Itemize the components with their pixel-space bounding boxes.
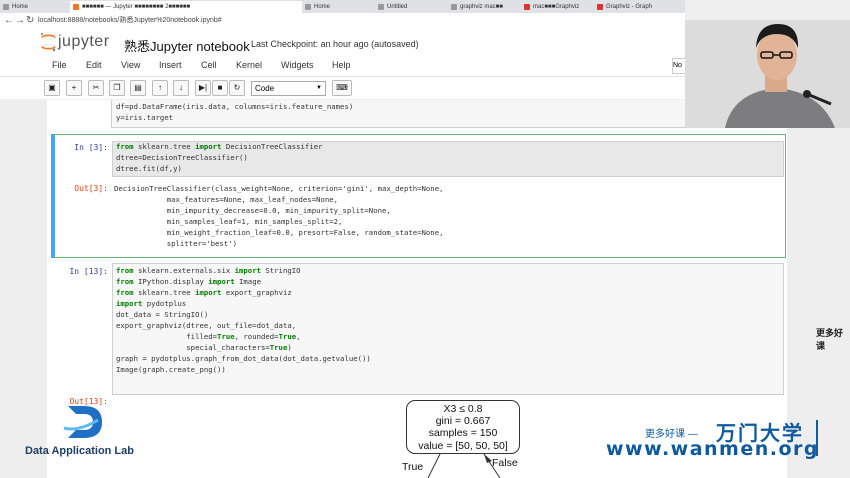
tab-favicon-icon <box>451 4 457 10</box>
code-line: Image(graph.create_png()) <box>116 365 226 374</box>
node-line: gini = 0.667 <box>435 415 491 428</box>
output-line: max_features=None, max_leaf_nodes=None, <box>114 195 339 204</box>
tab-favicon-icon <box>73 4 79 10</box>
code-line: from sklearn.tree import export_graphviz <box>116 288 292 297</box>
back-arrow-icon[interactable]: ← <box>4 14 14 28</box>
browser-tab-bar: Home ■■■■■■ — Jupyter ■■■■■■■■ 2■■■■■■ H… <box>0 0 685 13</box>
menu-kernel[interactable]: Kernel <box>236 60 262 70</box>
copy-button[interactable]: ❐ <box>109 80 125 96</box>
tab-favicon-icon <box>597 4 603 10</box>
menu-file[interactable]: File <box>52 60 67 70</box>
browser-tab-active[interactable]: ■■■■■■ — Jupyter ■■■■■■■■ 2■■■■■■ <box>70 1 302 13</box>
edge-label-true: True <box>402 461 424 473</box>
tab-favicon-icon <box>3 4 9 10</box>
tab-favicon-icon <box>524 4 530 10</box>
copy-icon: ❐ <box>113 83 121 92</box>
insert-cell-button[interactable]: + <box>66 80 82 96</box>
forward-arrow-icon[interactable]: → <box>15 14 25 28</box>
skip-forward-icon: ▶| <box>198 83 208 92</box>
menu-cell[interactable]: Cell <box>201 60 217 70</box>
data-application-lab-logo-icon <box>63 406 102 438</box>
presenter-video <box>685 0 850 128</box>
paste-icon: ▤ <box>134 83 142 92</box>
url-field[interactable]: localhost:8888/notebooks/熟悉Jupyter%20not… <box>38 15 222 27</box>
tab-favicon-icon <box>305 4 311 10</box>
cell-type-select[interactable]: Code ▼ <box>251 81 326 96</box>
address-bar: ← → ↻ localhost:8888/notebooks/熟悉Jupyter… <box>0 13 685 30</box>
output-line: splitter='best') <box>114 239 238 248</box>
code-line: export_graphviz(dtree, out_file=dot_data… <box>116 321 297 330</box>
browser-tab[interactable]: graphviz mac■■ <box>448 1 521 13</box>
cut-icon: ✂ <box>92 83 100 92</box>
presenter-image <box>685 0 850 128</box>
tree-root-node: X3 ≤ 0.8 gini = 0.667 samples = 150 valu… <box>406 400 520 454</box>
menu-widgets[interactable]: Widgets <box>281 60 314 70</box>
code-line: y=iris.target <box>116 113 174 122</box>
chevron-down-icon: ▼ <box>316 85 322 91</box>
code-line: from IPython.display import Image <box>116 277 261 286</box>
restart-button[interactable]: ↻ <box>229 80 245 96</box>
cell-type-value: Code <box>255 84 275 93</box>
move-up-button[interactable]: ↑ <box>152 80 168 96</box>
command-palette-button[interactable]: ⌨ <box>332 80 352 96</box>
run-button[interactable]: ▶| <box>195 80 211 96</box>
edge-label-false: False <box>492 457 518 469</box>
in-prompt: In [3]: <box>74 143 108 152</box>
wanmen-url: www.wanmen.org <box>606 438 820 460</box>
arrow-up-icon: ↑ <box>158 83 162 92</box>
save-button[interactable]: ▣ <box>44 80 60 96</box>
cut-button[interactable]: ✂ <box>88 80 104 96</box>
tab-favicon-icon <box>378 4 384 10</box>
menu-edit[interactable]: Edit <box>86 60 102 70</box>
paste-button[interactable]: ▤ <box>130 80 146 96</box>
output-line: min_samples_leaf=1, min_samples_split=2, <box>114 217 343 226</box>
out-prompt: Out[3]: <box>74 184 108 193</box>
menu-view[interactable]: View <box>121 60 140 70</box>
tree-edge-true <box>427 453 441 478</box>
node-line: value = [50, 50, 50] <box>418 439 508 452</box>
notebook-title[interactable]: 熟悉Jupyter notebook <box>124 36 250 55</box>
code-line: from sklearn.tree import DecisionTreeCla… <box>116 142 323 151</box>
output-line: min_weight_fraction_leaf=0.0, presort=Fa… <box>114 228 444 237</box>
code-line: graph = pydotplus.graph_from_dot_data(do… <box>116 354 371 363</box>
code-line: import pydotplus <box>116 299 187 308</box>
menu-help[interactable]: Help <box>332 60 351 70</box>
browser-tab[interactable]: Graphviz - Graph <box>594 1 672 13</box>
node-line: X3 ≤ 0.8 <box>443 403 483 415</box>
right-edge-text: 更多好课 <box>816 328 844 351</box>
code-line: dot_data = StringIO() <box>116 310 209 319</box>
save-icon: ▣ <box>48 83 56 92</box>
menu-insert[interactable]: Insert <box>159 60 182 70</box>
interrupt-button[interactable]: ■ <box>212 80 228 96</box>
code-line: df=pd.DataFrame(iris.data, columns=iris.… <box>116 102 354 111</box>
browser-tab[interactable]: Untitled <box>375 1 448 13</box>
code-line: dtree.fit(df,y) <box>116 164 182 173</box>
jupyter-logo-icon[interactable] <box>40 32 57 52</box>
code-line: special_characters=True) <box>116 343 292 352</box>
jupyter-logo-text[interactable]: jupyter <box>58 33 110 51</box>
keyboard-icon: ⌨ <box>336 83 348 92</box>
restart-icon: ↻ <box>233 83 241 92</box>
code-line: dtree=DecisionTreeClassifier() <box>116 153 248 162</box>
browser-tab[interactable]: mac■■■Graphviz <box>521 1 594 13</box>
code-line: from sklearn.externals.six import String… <box>116 266 301 275</box>
in-prompt: In [13]: <box>69 267 108 276</box>
tree-arrow-icon <box>484 454 492 463</box>
plus-icon: + <box>71 83 77 92</box>
data-application-lab-text: Data Application Lab <box>25 445 134 457</box>
move-down-button[interactable]: ↓ <box>173 80 189 96</box>
node-line: samples = 150 <box>428 427 498 440</box>
browser-tab[interactable]: Home <box>302 1 375 13</box>
arrow-down-icon: ↓ <box>179 83 183 92</box>
checkpoint-status: Last Checkpoint: an hour ago (autosaved) <box>251 39 419 49</box>
reload-icon[interactable]: ↻ <box>26 14 34 28</box>
output-line: DecisionTreeClassifier(class_weight=None… <box>114 184 444 193</box>
browser-tab[interactable]: Home <box>0 1 70 13</box>
code-line: filled=True, rounded=True, <box>116 332 301 341</box>
stop-icon: ■ <box>217 83 223 92</box>
output-line: min_impurity_decrease=0.0, min_impurity_… <box>114 206 391 215</box>
